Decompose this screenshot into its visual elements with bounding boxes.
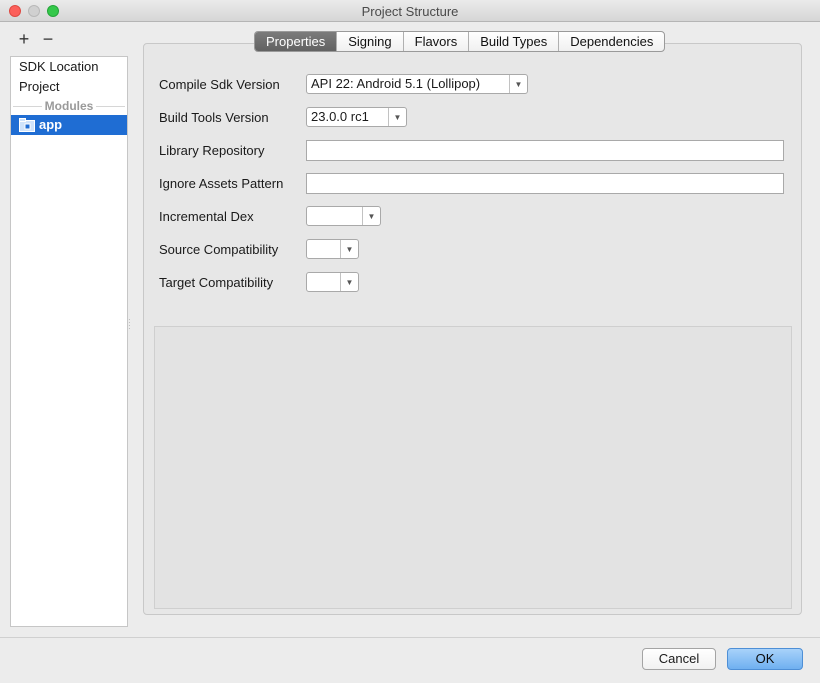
library-repository-field[interactable]: [306, 139, 784, 161]
compile-sdk-row: Compile Sdk Version API 22: Android 5.1 …: [159, 73, 528, 95]
chevron-down-icon: ▼: [388, 108, 406, 126]
ok-button[interactable]: OK: [727, 648, 803, 670]
tab-build-types[interactable]: Build Types: [469, 32, 560, 51]
sidebar: SDK Location Project Modules app: [10, 56, 128, 627]
project-structure-window: Project Structure + − SDK Location Proje…: [0, 0, 820, 683]
remove-module-button[interactable]: −: [40, 30, 56, 48]
target-compat-value: [307, 273, 340, 291]
modules-section-header: Modules: [11, 97, 127, 115]
modules-section-label: Modules: [41, 99, 97, 113]
add-module-button[interactable]: +: [16, 30, 32, 48]
source-compat-select[interactable]: ▼: [306, 239, 359, 259]
source-compat-value: [307, 240, 340, 258]
chevron-down-icon: ▼: [340, 240, 358, 258]
build-tools-row: Build Tools Version 23.0.0 rc1 ▼: [159, 106, 407, 128]
incremental-dex-label: Incremental Dex: [159, 208, 254, 224]
tab-flavors[interactable]: Flavors: [404, 32, 470, 51]
library-repository-row: Library Repository: [159, 139, 784, 161]
chevron-down-icon: ▼: [509, 75, 527, 93]
tab-bar: Properties Signing Flavors Build Types D…: [254, 31, 666, 52]
chevron-down-icon: ▼: [362, 207, 380, 225]
tab-dependencies[interactable]: Dependencies: [559, 32, 664, 51]
title-bar: Project Structure: [0, 0, 820, 22]
compile-sdk-select[interactable]: API 22: Android 5.1 (Lollipop) ▼: [306, 74, 528, 94]
tab-signing[interactable]: Signing: [337, 32, 404, 51]
sidebar-item-label: app: [39, 117, 63, 132]
cancel-button[interactable]: Cancel: [642, 648, 716, 670]
target-compat-select[interactable]: ▼: [306, 272, 359, 292]
module-folder-icon: [19, 118, 35, 132]
bottom-divider: [0, 637, 820, 638]
compile-sdk-label: Compile Sdk Version: [159, 76, 280, 92]
build-tools-label: Build Tools Version: [159, 109, 269, 125]
build-tools-value: 23.0.0 rc1: [311, 109, 369, 124]
sidebar-item-app[interactable]: app: [11, 115, 127, 135]
window-title: Project Structure: [361, 4, 459, 19]
chevron-down-icon: ▼: [340, 273, 358, 291]
compile-sdk-value: API 22: Android 5.1 (Lollipop): [311, 76, 481, 91]
source-compat-label: Source Compatibility: [159, 241, 279, 257]
ignore-assets-label: Ignore Assets Pattern: [159, 175, 284, 191]
incremental-dex-value: [307, 207, 362, 225]
source-compat-row: Source Compatibility ▼: [159, 238, 359, 260]
details-subpanel: [154, 326, 792, 609]
splitter-handle[interactable]: · · · ·: [128, 316, 131, 333]
tab-properties[interactable]: Properties: [255, 32, 338, 51]
ignore-assets-row: Ignore Assets Pattern: [159, 172, 784, 194]
sidebar-item-project[interactable]: Project: [11, 77, 127, 97]
library-repository-label: Library Repository: [159, 142, 265, 158]
ignore-assets-field[interactable]: [306, 172, 784, 194]
incremental-dex-select[interactable]: ▼: [306, 206, 381, 226]
sidebar-item-sdk-location[interactable]: SDK Location: [11, 57, 127, 77]
build-tools-select[interactable]: 23.0.0 rc1 ▼: [306, 107, 407, 127]
target-compat-row: Target Compatibility ▼: [159, 271, 359, 293]
target-compat-label: Target Compatibility: [159, 274, 274, 290]
incremental-dex-row: Incremental Dex ▼: [159, 205, 381, 227]
